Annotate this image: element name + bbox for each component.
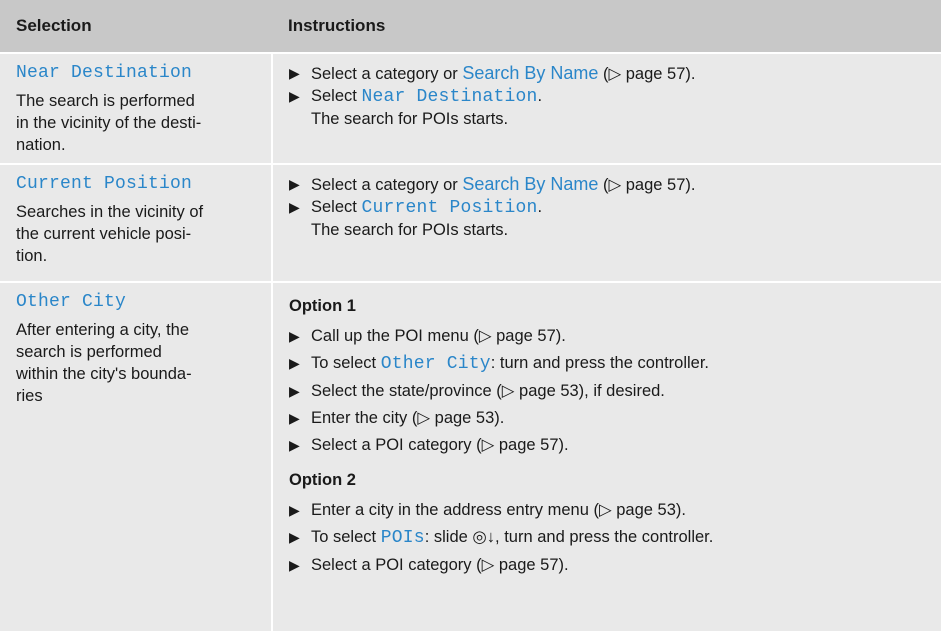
step-text: To select [311, 528, 381, 546]
instruction-step: ▶ Select a POI category (▷ page 57). [289, 554, 931, 576]
instruction-step: ▶ Call up the POI menu (▷ page 57). [289, 325, 931, 347]
bullet-icon: ▶ [289, 502, 300, 518]
step-text: : slide ◎↓, turn and press the controlle… [424, 528, 714, 546]
selection-cell: Other City After entering a city, the sea… [0, 281, 273, 631]
bullet-icon: ▶ [289, 383, 300, 399]
instruction-step: ▶ Select Near Destination. The search for … [289, 85, 931, 130]
step-text: Select a category or [311, 65, 463, 83]
instruction-step: ▶ To select Other City: turn and press th… [289, 352, 931, 375]
menu-command: Near Destination [361, 87, 538, 107]
menu-command: Search By Name [462, 63, 599, 83]
instructions-cell: Option 1 ▶ Call up the POI menu (▷ page 5… [272, 281, 941, 631]
step-text: Select the state/province (▷ page 53), i… [311, 382, 665, 400]
bullet-icon: ▶ [289, 176, 300, 192]
selection-name: Current Position [16, 174, 193, 194]
step-text: Enter a city in the address entry menu (… [311, 501, 686, 519]
step-text: Select [311, 198, 362, 216]
selection-description: The search is performed in the vicinity o… [16, 92, 202, 154]
selection-description: Searches in the vicinity of the current v… [16, 203, 204, 265]
instruction-step: ▶ Enter the city (▷ page 53). [289, 407, 931, 429]
instruction-step: ▶ Select Current Position. The search for … [289, 196, 931, 241]
bullet-icon: ▶ [289, 529, 300, 545]
bullet-icon: ▶ [289, 88, 300, 104]
step-text: Select a POI category (▷ page 57). [311, 436, 569, 454]
menu-command: Search By Name [462, 174, 599, 194]
step-text: (▷ page 57). [598, 65, 696, 83]
menu-command: Other City [380, 354, 491, 374]
instruction-step: ▶ Select a category or Search By Name (▷ … [289, 173, 931, 196]
instructions-cell: ▶ Select a category or Search By Name (▷ … [272, 52, 941, 164]
step-text: Call up the POI menu (▷ page 57). [311, 327, 566, 345]
instructions-header: Instructions [272, 0, 941, 53]
step-text: Select a POI category (▷ page 57). [311, 556, 569, 574]
step-text: : turn and press the controller. [490, 354, 710, 372]
step-text: Enter the city (▷ page 53). [311, 409, 505, 427]
selection-description: After entering a city, the search is perf… [16, 321, 192, 405]
table-row: Current Position Searches in the vicinit… [0, 163, 941, 282]
selection-cell: Current Position Searches in the vicinit… [0, 163, 273, 282]
menu-command: Current Position [361, 198, 538, 218]
selection-name: Other City [16, 292, 127, 312]
instruction-step: ▶ Select a POI category (▷ page 57). [289, 434, 931, 456]
bullet-icon: ▶ [289, 557, 300, 573]
step-text: Select a category or [311, 176, 463, 194]
table-row: Other City After entering a city, the sea… [0, 281, 941, 631]
step-text: Select [311, 87, 362, 105]
selection-header: Selection [0, 0, 272, 53]
bullet-icon: ▶ [289, 437, 300, 453]
instruction-step: ▶ Enter a city in the address entry menu … [289, 499, 931, 521]
step-result: The search for POIs starts. [311, 221, 509, 239]
instructions-cell: ▶ Select a category or Search By Name (▷ … [272, 163, 941, 282]
menu-command: POIs [380, 528, 425, 548]
step-text: . [537, 87, 543, 105]
selection-name: Near Destination [16, 63, 193, 83]
option-title: Option 1 [289, 297, 356, 315]
bullet-icon: ▶ [289, 355, 300, 371]
instruction-step: ▶ Select a category or Search By Name (▷ … [289, 62, 931, 85]
step-text: To select [311, 354, 381, 372]
step-text: . [537, 198, 543, 216]
table-header-row: Selection Instructions [0, 0, 941, 53]
bullet-icon: ▶ [289, 410, 300, 426]
poi-search-table: Selection Instructions Near Destination … [0, 0, 941, 631]
option-title: Option 2 [289, 471, 356, 489]
table-row: Near Destination The search is performed… [0, 52, 941, 164]
bullet-icon: ▶ [289, 328, 300, 344]
bullet-icon: ▶ [289, 65, 300, 81]
step-result: The search for POIs starts. [311, 110, 509, 128]
instruction-step: ▶ Select the state/province (▷ page 53), … [289, 380, 931, 402]
instruction-step: ▶ To select POIs: slide ◎↓, turn and pres… [289, 526, 931, 549]
selection-cell: Near Destination The search is performed… [0, 52, 273, 164]
step-text: (▷ page 57). [598, 176, 696, 194]
bullet-icon: ▶ [289, 199, 300, 215]
